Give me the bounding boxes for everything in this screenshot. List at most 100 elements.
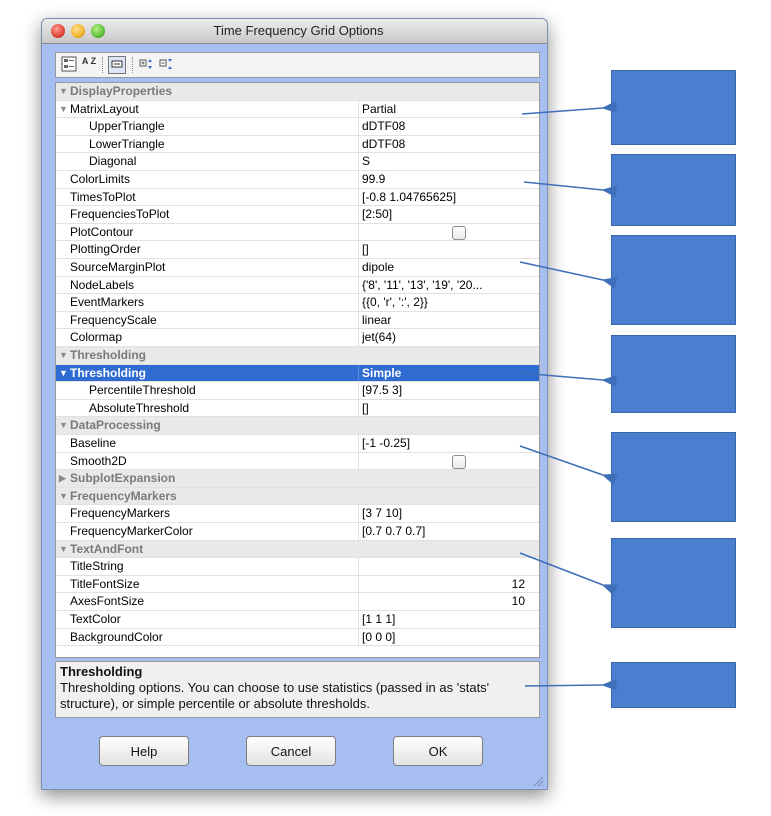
property-value[interactable]: Simple	[362, 365, 532, 382]
property-value[interactable]: jet(64)	[362, 329, 532, 346]
property-row[interactable]: FrequencyMarkers [3 7 10]	[56, 505, 539, 523]
property-value[interactable]: [0.7 0.7 0.7]	[362, 523, 532, 540]
property-row[interactable]: FrequenciesToPlot [2:50]	[56, 206, 539, 224]
property-name: UpperTriangle	[89, 119, 165, 134]
collapse-all-icon[interactable]	[158, 56, 176, 74]
property-row[interactable]: BackgroundColor [0 0 0]	[56, 628, 539, 647]
property-row[interactable]: ColorLimits 99.9	[56, 171, 539, 189]
category-label: TextAndFont	[70, 541, 144, 556]
property-value[interactable]: [2:50]	[362, 206, 532, 223]
cancel-button[interactable]: Cancel	[246, 736, 336, 766]
property-name: AbsoluteThreshold	[89, 400, 190, 415]
property-name: EventMarkers	[70, 295, 145, 310]
property-row[interactable]: SourceMarginPlot dipole	[56, 259, 539, 277]
property-name: LowerTriangle	[89, 136, 165, 151]
property-value[interactable]: [3 7 10]	[362, 505, 532, 522]
category-row[interactable]: ▼ FrequencyMarkers	[56, 487, 539, 506]
resize-grip-icon[interactable]	[532, 774, 544, 787]
property-name: ColorLimits	[70, 172, 131, 186]
description-toggle-icon[interactable]	[108, 56, 126, 74]
property-row[interactable]: ▼ MatrixLayout Partial	[56, 100, 539, 119]
property-row[interactable]: Smooth2D	[56, 452, 539, 471]
collapse-triangle-icon[interactable]: ▼	[59, 417, 68, 434]
category-row[interactable]: ▼ TextAndFont	[56, 540, 539, 559]
property-value[interactable]: [1 1 1]	[362, 611, 532, 628]
annotation-box-textandfont	[611, 538, 736, 628]
property-row[interactable]: EventMarkers {{0, 'r', ':', 2}}	[56, 294, 539, 312]
property-row[interactable]: PlottingOrder []	[56, 241, 539, 259]
property-grid: ▼ DisplayProperties ▼ MatrixLayout Partial Up…	[55, 82, 540, 658]
property-name: TimesToPlot	[70, 189, 136, 204]
property-name: NodeLabels	[70, 277, 135, 292]
annotation-box-description	[611, 662, 736, 708]
property-row[interactable]: AxesFontSize 10	[56, 593, 539, 611]
category-row[interactable]: ▶ SubplotExpansion	[56, 470, 539, 488]
categorized-view-icon[interactable]	[60, 56, 78, 74]
property-name: BackgroundColor	[70, 629, 163, 644]
property-row[interactable]: FrequencyScale linear	[56, 311, 539, 330]
category-row[interactable]: ▼ Thresholding	[56, 347, 539, 365]
property-checkbox[interactable]	[452, 225, 466, 240]
collapse-triangle-icon[interactable]: ▼	[59, 488, 68, 505]
property-value[interactable]: 10	[362, 593, 525, 610]
property-value[interactable]: []	[362, 400, 532, 417]
property-row[interactable]: PlotContour	[56, 223, 539, 242]
property-name: Diagonal	[89, 154, 137, 169]
title-bar[interactable]: Time Frequency Grid Options	[42, 19, 547, 44]
property-checkbox[interactable]	[452, 454, 466, 469]
property-value[interactable]: 12	[362, 576, 525, 593]
property-value[interactable]: {'8', '11', '13', '19', '20...	[362, 277, 532, 294]
category-row[interactable]: ▼ DataProcessing	[56, 417, 539, 435]
expand-triangle-icon[interactable]: ▶	[59, 470, 66, 487]
property-row[interactable]: Diagonal S	[56, 153, 539, 171]
expand-all-icon[interactable]	[138, 56, 156, 74]
property-row[interactable]: TimesToPlot [-0.8 1.04765625]	[56, 188, 539, 207]
property-row[interactable]: TitleFontSize 12	[56, 575, 539, 594]
property-value[interactable]: Partial	[362, 101, 532, 118]
description-panel: Thresholding Thresholding options. You c…	[55, 661, 540, 718]
window-title: Time Frequency Grid Options	[213, 23, 384, 38]
property-value[interactable]: S	[362, 153, 532, 170]
property-row[interactable]: TextColor [1 1 1]	[56, 611, 539, 629]
annotation-box-display	[611, 70, 736, 145]
ok-button[interactable]: OK	[393, 736, 483, 766]
category-label: Thresholding	[70, 348, 146, 362]
property-value[interactable]: [-0.8 1.04765625]	[362, 189, 532, 206]
property-value[interactable]: linear	[362, 312, 532, 329]
property-value[interactable]: []	[362, 241, 532, 258]
collapse-triangle-icon[interactable]: ▼	[59, 541, 68, 558]
property-value[interactable]: [-1 -0.25]	[362, 435, 532, 452]
help-button[interactable]: Help	[99, 736, 189, 766]
property-row[interactable]: AbsoluteThreshold []	[56, 399, 539, 418]
property-name: Colormap	[70, 330, 123, 345]
property-row[interactable]: PercentileThreshold [97.5 3]	[56, 382, 539, 400]
collapse-triangle-icon[interactable]: ▼	[59, 365, 68, 382]
annotation-box-colorlimits	[611, 154, 736, 226]
collapse-triangle-icon[interactable]: ▼	[59, 101, 68, 118]
sort-alphabetical-icon[interactable]: A Z	[80, 56, 98, 74]
property-row[interactable]: Baseline [-1 -0.25]	[56, 435, 539, 453]
property-value[interactable]: dipole	[362, 259, 532, 276]
category-label: DataProcessing	[70, 418, 161, 433]
property-name: SourceMarginPlot	[70, 260, 166, 274]
property-name: FrequenciesToPlot	[70, 207, 170, 222]
property-row[interactable]: FrequencyMarkerColor [0.7 0.7 0.7]	[56, 523, 539, 541]
property-name: PlotContour	[70, 224, 134, 239]
property-value[interactable]: [0 0 0]	[362, 629, 532, 646]
property-row-selected[interactable]: ▼ Thresholding Simple	[56, 364, 539, 383]
property-row[interactable]: LowerTriangle dDTF08	[56, 135, 539, 154]
property-name: Smooth2D	[70, 453, 127, 468]
property-value[interactable]: 99.9	[362, 171, 532, 188]
property-row[interactable]: NodeLabels {'8', '11', '13', '19', '20...	[56, 276, 539, 295]
property-row[interactable]: TitleString	[56, 558, 539, 576]
property-value[interactable]: {{0, 'r', ':', 2}}	[362, 294, 532, 311]
property-value[interactable]: dDTF08	[362, 118, 532, 135]
property-row[interactable]: Colormap jet(64)	[56, 329, 539, 347]
property-value[interactable]: dDTF08	[362, 136, 532, 153]
property-name: FrequencyMarkers	[70, 506, 171, 521]
property-row[interactable]: UpperTriangle dDTF08	[56, 118, 539, 136]
collapse-triangle-icon[interactable]: ▼	[59, 347, 68, 364]
category-row[interactable]: ▼ DisplayProperties	[56, 83, 539, 101]
property-value[interactable]: [97.5 3]	[362, 382, 532, 399]
collapse-triangle-icon[interactable]: ▼	[59, 83, 68, 100]
